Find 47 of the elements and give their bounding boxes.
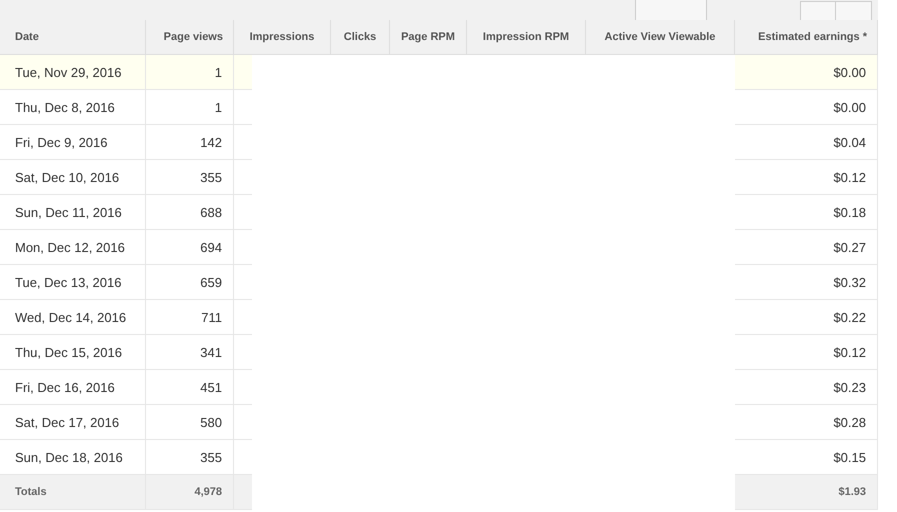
earnings-cell: $0.04 [735, 125, 878, 160]
page-views-cell: 711 [146, 300, 234, 335]
column-header[interactable]: Impression RPM [467, 20, 586, 55]
earnings-cell: $0.32 [735, 265, 878, 300]
date-cell: Mon, Dec 12, 2016 [0, 230, 146, 265]
earnings-cell: $0.12 [735, 160, 878, 195]
totals-earnings: $1.93 [735, 475, 878, 510]
column-header[interactable]: Impressions [234, 20, 331, 55]
date-cell: Fri, Dec 9, 2016 [0, 125, 146, 160]
column-header[interactable]: Clicks [331, 20, 390, 55]
earnings-cell: $0.18 [735, 195, 878, 230]
earnings-cell: $0.12 [735, 335, 878, 370]
column-header[interactable]: Active View Viewable [586, 20, 735, 55]
totals-page-views: 4,978 [146, 475, 234, 510]
date-cell: Sat, Dec 10, 2016 [0, 160, 146, 195]
date-cell: Sun, Dec 11, 2016 [0, 195, 146, 230]
page-views-cell: 142 [146, 125, 234, 160]
page-views-cell: 1 [146, 90, 234, 125]
column-header[interactable]: Page views [146, 20, 234, 55]
earnings-cell: $0.27 [735, 230, 878, 265]
column-header[interactable]: Date [0, 20, 146, 55]
earnings-cell: $0.23 [735, 370, 878, 405]
date-cell: Tue, Nov 29, 2016 [0, 55, 146, 90]
page-views-cell: 355 [146, 440, 234, 475]
earnings-cell: $0.00 [735, 55, 878, 90]
date-cell: Thu, Dec 15, 2016 [0, 335, 146, 370]
earnings-cell: $0.28 [735, 405, 878, 440]
date-cell: Tue, Dec 13, 2016 [0, 265, 146, 300]
page-views-cell: 694 [146, 230, 234, 265]
column-header[interactable]: Estimated earnings * [735, 20, 878, 55]
page-views-cell: 659 [146, 265, 234, 300]
page-views-cell: 688 [146, 195, 234, 230]
page-views-cell: 1 [146, 55, 234, 90]
date-cell: Sun, Dec 18, 2016 [0, 440, 146, 475]
column-header[interactable]: Page RPM [390, 20, 467, 55]
date-cell: Fri, Dec 16, 2016 [0, 370, 146, 405]
earnings-cell: $0.22 [735, 300, 878, 335]
page-views-cell: 580 [146, 405, 234, 440]
totals-label: Totals [0, 475, 146, 510]
date-cell: Sat, Dec 17, 2016 [0, 405, 146, 440]
page-views-cell: 341 [146, 335, 234, 370]
date-cell: Thu, Dec 8, 2016 [0, 90, 146, 125]
earnings-cell: $0.00 [735, 90, 878, 125]
earnings-cell: $0.15 [735, 440, 878, 475]
page-views-cell: 355 [146, 160, 234, 195]
date-cell: Wed, Dec 14, 2016 [0, 300, 146, 335]
page-views-cell: 451 [146, 370, 234, 405]
